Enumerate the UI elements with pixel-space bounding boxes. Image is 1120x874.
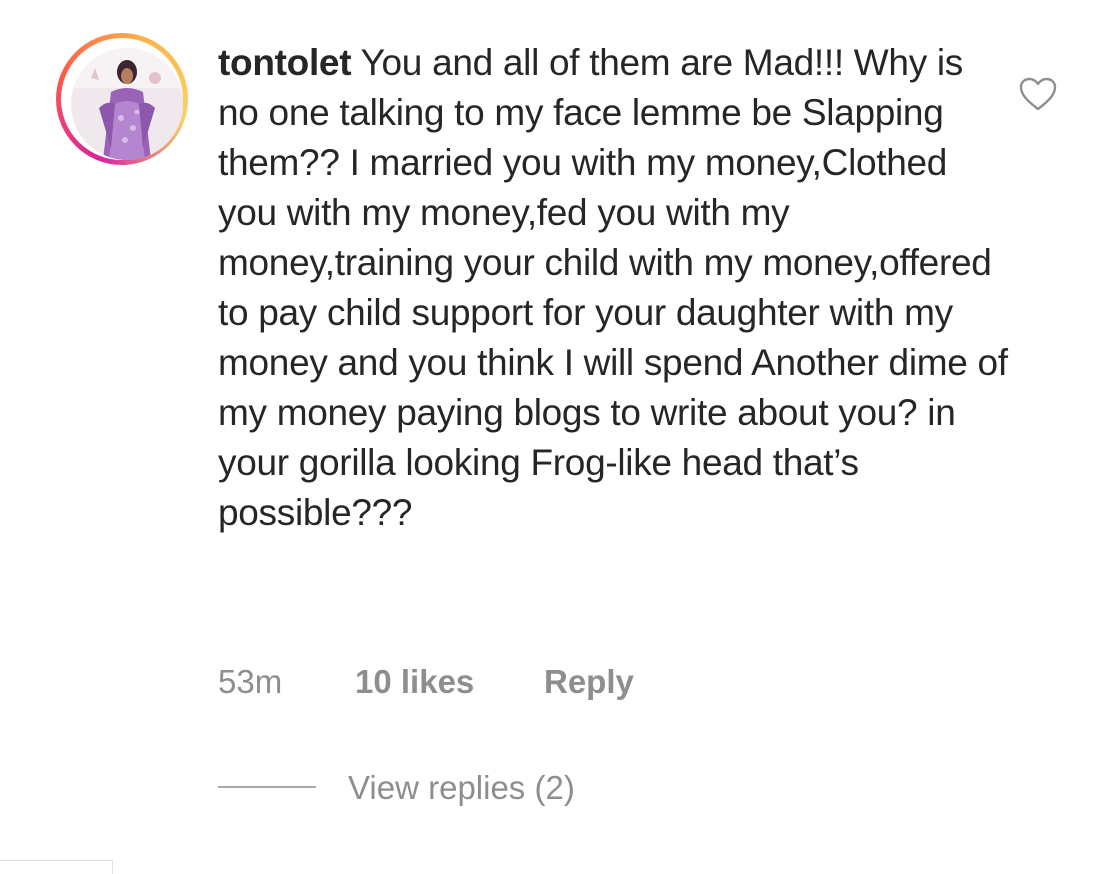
comment-username[interactable]: tontolet (218, 42, 352, 83)
profile-photo-icon (71, 48, 183, 160)
like-heart-icon[interactable] (1018, 76, 1058, 112)
avatar[interactable] (71, 48, 183, 160)
comment-text: You and all of them are Mad!!! Why is no… (218, 42, 1008, 533)
crop-edge-divider (0, 860, 113, 874)
comment-item: tontolet You and all of them are Mad!!! … (0, 0, 1120, 874)
view-replies-label: View replies (2) (348, 769, 575, 806)
comment-body: tontolet You and all of them are Mad!!! … (218, 38, 1008, 538)
reply-button[interactable]: Reply (544, 660, 634, 704)
comment-timestamp[interactable]: 53m (218, 660, 282, 704)
replies-divider-line (218, 786, 316, 788)
comment-likes-count[interactable]: 10 likes (355, 660, 474, 704)
avatar-story-ring[interactable] (56, 33, 188, 165)
